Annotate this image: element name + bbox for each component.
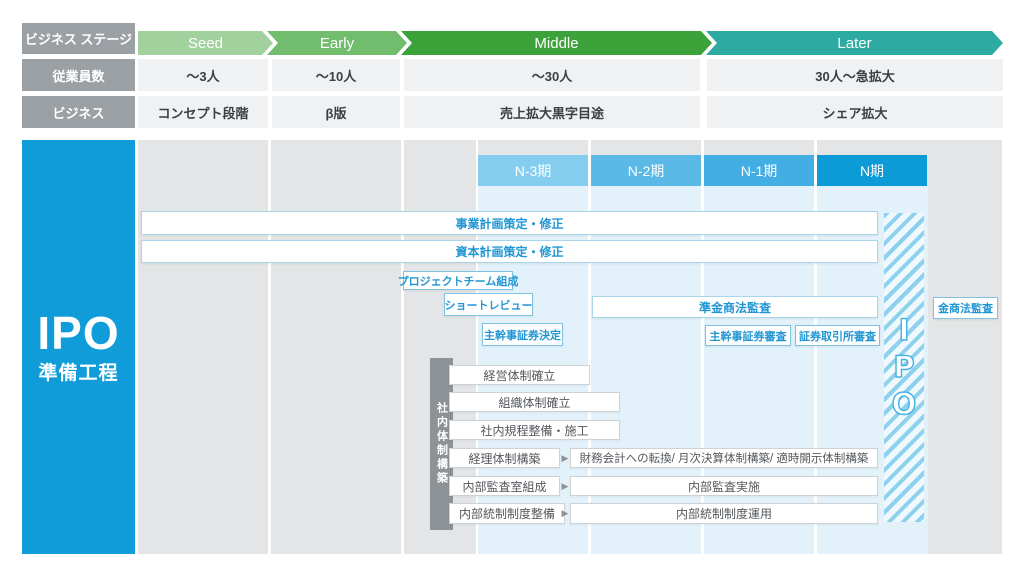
business-early: β版 [272, 96, 400, 128]
ipo-subtitle: 準備工程 [38, 358, 118, 385]
period-header-n2: N-2期 [591, 155, 701, 186]
task-bar-capital-plan: 資本計画策定・修正 [141, 240, 878, 263]
ipo-process-block: IPO 準備工程 [22, 140, 135, 554]
ipo-roadmap-diagram: ビジネス ステージ 従業員数 ビジネス Seed Early Middle La… [0, 0, 1024, 576]
employees-later: 30人～急拡大 [707, 59, 1003, 91]
task-bar-business-plan: 事業計画策定・修正 [141, 211, 878, 235]
task-box-org-structure: 組織体制確立 [449, 392, 620, 412]
employees-seed: ～3人 [138, 59, 268, 91]
business-seed: コンセプト段階 [138, 96, 268, 128]
stage-band-middle: Middle [401, 31, 712, 55]
task-box-accounting-structure: 経理体制構築 [449, 448, 560, 468]
stage-band-seed: Seed [138, 31, 273, 55]
employees-early: ～10人 [272, 59, 400, 91]
ipo-letter-i: I [899, 312, 910, 349]
stage-band-later: Later [706, 31, 1003, 55]
ipo-title: IPO [37, 310, 119, 356]
ipo-letter-o: O [892, 386, 917, 423]
column-divider [401, 140, 404, 554]
ipo-goal-column: I P O [884, 213, 924, 522]
arrow-right-icon: ▶ [561, 503, 569, 524]
task-box-internal-control-operation: 内部統制制度運用 [570, 503, 878, 524]
employees-middle: ～30人 [404, 59, 700, 91]
row-label-business: ビジネス [22, 96, 135, 128]
task-box-short-review: ショートレビュー [444, 293, 533, 316]
task-box-underwriter-examination: 主幹事証券審査 [705, 325, 791, 346]
row-label-business-stage: ビジネス ステージ [22, 23, 135, 54]
business-later: シェア拡大 [707, 96, 1003, 128]
period-header-n: N期 [817, 155, 927, 186]
business-middle: 売上拡大黒字目途 [404, 96, 700, 128]
period-header-n1: N-1期 [704, 155, 814, 186]
task-box-lead-underwriter-decision: 主幹事証券決定 [482, 323, 563, 346]
task-box-internal-audit-execution: 内部監査実施 [570, 476, 878, 496]
task-box-internal-rules: 社内規程整備・施工 [449, 420, 620, 440]
task-box-internal-audit-office: 内部監査室組成 [449, 476, 560, 496]
period-header-n3: N-3期 [478, 155, 588, 186]
task-box-internal-control-setup: 内部統制制度整備 [449, 503, 565, 524]
task-box-financial-accounting-transition: 財務会計への転換/ 月次決算体制構築/ 適時開示体制構築 [570, 448, 878, 468]
column-divider [268, 140, 271, 554]
task-box-project-team: プロジェクトチーム組成 [403, 271, 513, 290]
arrow-right-icon: ▶ [561, 476, 569, 496]
arrow-right-icon: ▶ [561, 448, 569, 468]
task-box-exchange-examination: 証券取引所審査 [795, 325, 880, 346]
task-box-fiel-audit: 金商法監査 [933, 297, 998, 319]
internal-structure-label: 社内体制構築 [434, 402, 450, 486]
ipo-letter-p: P [893, 349, 914, 386]
task-box-management-structure: 経営体制確立 [449, 365, 590, 385]
task-bar-pre-fiel-audit: 準金商法監査 [592, 296, 878, 318]
stage-band-early: Early [267, 31, 407, 55]
row-label-employees: 従業員数 [22, 59, 135, 91]
